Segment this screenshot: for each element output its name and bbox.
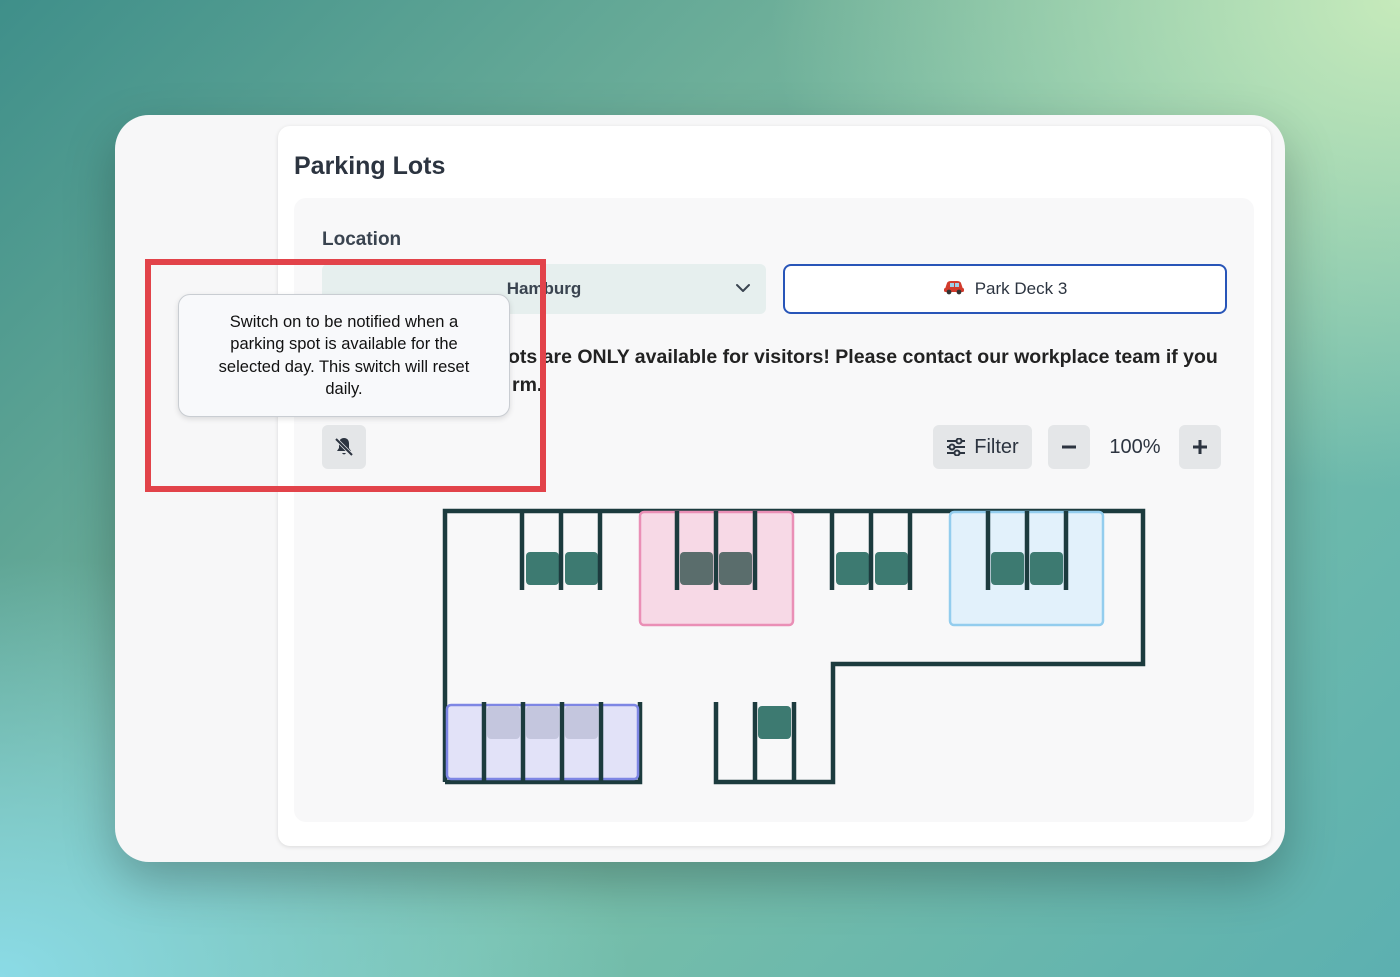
location-label: Location: [322, 229, 402, 250]
parking-spot[interactable]: [526, 706, 559, 739]
parking-spot[interactable]: [836, 552, 869, 585]
parking-spot[interactable]: [991, 552, 1024, 585]
page-title: Parking Lots: [294, 152, 446, 180]
zoom-level: 100%: [1109, 435, 1161, 458]
parking-spot[interactable]: [487, 706, 520, 739]
filter-label: Filter: [974, 435, 1019, 458]
park-deck-label: Park Deck 3: [974, 279, 1068, 298]
plus-icon: [1193, 440, 1207, 454]
parking-spot[interactable]: [680, 552, 713, 585]
parking-map: [442, 508, 1146, 785]
parking-spot[interactable]: [875, 552, 908, 585]
filter-button[interactable]: Filter: [933, 425, 1032, 469]
parking-spot[interactable]: [719, 552, 752, 585]
zoom-out-button[interactable]: [1048, 425, 1090, 469]
parking-spot[interactable]: [1030, 552, 1063, 585]
minus-icon: [1062, 445, 1076, 449]
parking-spot[interactable]: [565, 706, 598, 739]
notify-tooltip: Switch on to be notified when a parking …: [178, 294, 510, 417]
parking-spot[interactable]: [565, 552, 598, 585]
car-icon: [943, 279, 965, 300]
zoom-in-button[interactable]: [1179, 425, 1221, 469]
park-deck-button[interactable]: Park Deck 3: [783, 264, 1227, 314]
parking-spot[interactable]: [526, 552, 559, 585]
chevron-down-icon: [736, 284, 750, 292]
sliders-icon: [947, 438, 966, 456]
notify-tooltip-text: Switch on to be notified when a parking …: [218, 312, 470, 399]
parking-spot[interactable]: [758, 706, 791, 739]
